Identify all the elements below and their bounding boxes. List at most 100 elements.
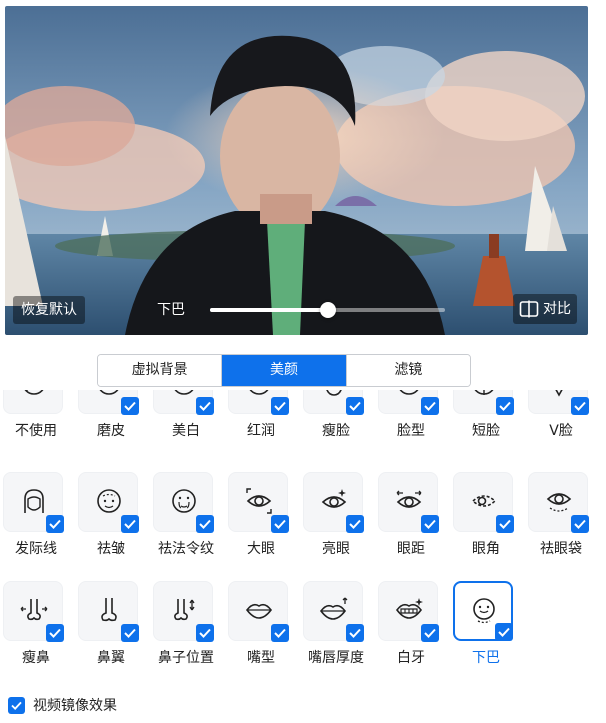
face-shape-icon <box>399 390 419 395</box>
effect-bright-eyes[interactable]: 亮眼 <box>300 472 372 562</box>
v-face-icon <box>555 390 563 397</box>
slider-label: 下巴 <box>157 302 185 318</box>
mouth-shape-icon <box>245 603 273 619</box>
short-face-icon <box>474 390 494 395</box>
effect-tile <box>303 390 364 415</box>
effect-tile <box>153 472 214 533</box>
compare-button[interactable]: 对比 <box>513 294 577 324</box>
check-icon <box>571 397 589 415</box>
effect-chin[interactable]: 下巴 <box>450 581 522 671</box>
rosy-icon <box>249 390 269 395</box>
effect-nasolabial-removal[interactable]: 祛法令纹 <box>150 472 222 562</box>
effect-tile <box>528 390 589 415</box>
effect-wrinkle-removal[interactable]: 祛皱 <box>75 472 147 562</box>
effect-tile <box>78 472 139 533</box>
check-icon <box>346 397 364 415</box>
check-icon <box>121 624 139 642</box>
effect-slim-nose[interactable]: 瘦鼻 <box>0 581 72 671</box>
slim-nose-icon <box>20 599 48 621</box>
nasolabial-removal-icon <box>172 489 196 513</box>
check-icon <box>421 624 439 642</box>
checkbox-checked-icon <box>8 696 25 714</box>
effect-eye-corner[interactable]: 眼角 <box>450 472 522 562</box>
intensity-slider[interactable] <box>210 302 445 318</box>
check-icon <box>496 515 514 533</box>
tab-beauty[interactable]: 美颜 <box>221 355 346 386</box>
effect-tile <box>453 472 514 533</box>
check-icon <box>271 515 289 533</box>
effect-tile <box>153 581 214 642</box>
effect-tile <box>228 390 289 415</box>
check-icon <box>196 515 214 533</box>
effect-none[interactable]: 不使用 <box>0 390 72 444</box>
reset-default-button[interactable]: 恢复默认 <box>13 296 85 324</box>
effect-tile <box>78 390 139 415</box>
effect-tile <box>3 581 64 642</box>
check-icon <box>496 397 514 415</box>
effect-tile <box>153 390 214 415</box>
effect-tile <box>528 472 589 533</box>
tab-filter[interactable]: 滤镜 <box>345 355 470 386</box>
effect-v-face[interactable]: V脸 <box>525 390 597 444</box>
slider-fill <box>210 308 328 312</box>
check-icon <box>421 397 439 415</box>
check-icon <box>46 624 64 642</box>
effect-label: V脸 <box>549 423 573 439</box>
effect-slim-face[interactable]: 瘦脸 <box>300 390 372 444</box>
effect-lip-thickness[interactable]: 嘴唇厚度 <box>300 581 372 671</box>
mirror-video-label: 视频镜像效果 <box>33 698 117 714</box>
eye-bag-removal-icon <box>546 493 572 512</box>
check-icon <box>271 397 289 415</box>
teeth-whitening-icon <box>395 598 423 619</box>
effect-tile <box>303 472 364 533</box>
check-icon <box>46 515 64 533</box>
effect-eye-distance[interactable]: 眼距 <box>375 472 447 562</box>
effect-tile <box>3 390 63 414</box>
eye-corner-icon <box>471 495 497 507</box>
effect-label-selected: 下巴 <box>472 650 500 666</box>
wrinkle-removal-icon <box>97 489 121 513</box>
effect-tile <box>378 581 439 642</box>
chin-icon <box>473 598 495 624</box>
effect-tile <box>378 390 439 415</box>
mirror-video-checkbox[interactable]: 视频镜像效果 <box>8 695 117 715</box>
slider-thumb[interactable] <box>319 302 336 318</box>
effect-tile <box>228 581 289 642</box>
bright-eyes-icon <box>321 489 347 508</box>
effect-tile <box>228 472 289 533</box>
check-icon <box>346 624 364 642</box>
check-icon <box>121 397 139 415</box>
tab-bar: 虚拟背景 美颜 滤镜 <box>97 354 471 387</box>
check-icon <box>346 515 364 533</box>
effect-big-eyes[interactable]: 大眼 <box>225 472 297 562</box>
effect-nose-position[interactable]: 鼻子位置 <box>150 581 222 671</box>
no-effect-icon <box>24 390 44 395</box>
check-icon <box>571 515 589 533</box>
check-icon <box>271 624 289 642</box>
nose-position-icon <box>174 599 195 621</box>
video-preview: 恢复默认 下巴 对比 <box>5 6 588 335</box>
check-icon <box>495 623 513 641</box>
effect-face-shape[interactable]: 脸型 <box>375 390 447 444</box>
compare-icon <box>519 300 539 318</box>
effect-nose-wing[interactable]: 鼻翼 <box>75 581 147 671</box>
effect-short-face[interactable]: 短脸 <box>450 390 522 444</box>
effect-mouth-shape[interactable]: 嘴型 <box>225 581 297 671</box>
effect-tile <box>303 581 364 642</box>
effect-tile-selected <box>453 581 513 641</box>
effect-teeth-whitening[interactable]: 白牙 <box>375 581 447 671</box>
hairline-icon <box>24 489 44 513</box>
check-icon <box>196 624 214 642</box>
slim-face-icon <box>326 390 342 396</box>
effect-tile <box>378 472 439 533</box>
effect-whitening[interactable]: 美白 <box>150 390 222 444</box>
preview-image <box>5 6 588 335</box>
tab-virtual-background[interactable]: 虚拟背景 <box>98 355 222 386</box>
effect-eye-bag-removal[interactable]: 祛眼袋 <box>525 472 597 562</box>
effect-tile <box>453 390 514 415</box>
smoothing-icon <box>99 390 119 395</box>
effect-smoothing[interactable]: 磨皮 <box>75 390 147 444</box>
effect-tile <box>78 581 139 642</box>
effect-rosy[interactable]: 红润 <box>225 390 297 444</box>
effect-hairline[interactable]: 发际线 <box>0 472 72 562</box>
